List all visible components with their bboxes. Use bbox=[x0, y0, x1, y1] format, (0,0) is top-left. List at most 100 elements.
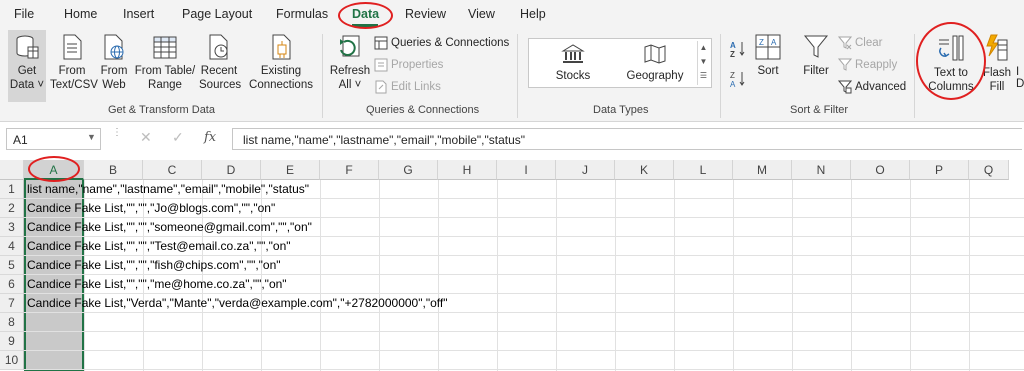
reapply-button[interactable]: Reapply bbox=[838, 58, 897, 72]
refresh-all-button[interactable]: Refresh All ˅ bbox=[328, 34, 372, 92]
cell-a6[interactable]: Candice Fake List,"","","me@home.co.za",… bbox=[27, 275, 287, 294]
group-label-get-transform: Get & Transform Data bbox=[108, 104, 215, 116]
row-header-10[interactable]: 10 bbox=[0, 351, 24, 370]
gridline-vertical bbox=[969, 180, 970, 371]
column-header-q[interactable]: Q bbox=[969, 160, 1009, 180]
row-header-5[interactable]: 5 bbox=[0, 256, 24, 275]
stocks-button[interactable]: Stocks bbox=[553, 43, 593, 83]
column-header-g[interactable]: G bbox=[379, 160, 438, 180]
edit-links-button[interactable]: Edit Links bbox=[374, 80, 441, 94]
tab-page-layout[interactable]: Page Layout bbox=[182, 7, 252, 21]
column-header-h[interactable]: H bbox=[438, 160, 497, 180]
row-header-2[interactable]: 2 bbox=[0, 199, 24, 218]
sort-button[interactable]: ZA Sort bbox=[752, 34, 784, 78]
properties-label: Properties bbox=[391, 59, 444, 71]
confirm-icon[interactable]: ✓ bbox=[172, 129, 184, 146]
flash-fill-button[interactable]: Flash Fill bbox=[982, 34, 1012, 94]
sort-descending-button[interactable]: ZA bbox=[730, 70, 746, 88]
properties-icon bbox=[374, 58, 388, 72]
chevron-down-icon[interactable]: ▼ bbox=[87, 132, 96, 142]
column-header-i[interactable]: I bbox=[497, 160, 556, 180]
column-header-n[interactable]: N bbox=[792, 160, 851, 180]
get-data-button[interactable]: Get Data ˅ bbox=[8, 30, 46, 102]
tab-home[interactable]: Home bbox=[64, 7, 97, 21]
text-file-icon bbox=[63, 34, 82, 60]
menu-bar: File Home Insert Page Layout Formulas Da… bbox=[0, 0, 1024, 30]
annotation-circle-data-tab bbox=[338, 2, 393, 29]
gallery-scroll-controls[interactable]: ▲ ▼ ☰ bbox=[697, 41, 709, 85]
from-web-button[interactable]: From Web bbox=[97, 34, 131, 92]
recent-sources-button[interactable]: Recent Sources bbox=[199, 34, 241, 92]
row-header-3[interactable]: 3 bbox=[0, 218, 24, 237]
gridline-vertical bbox=[674, 180, 675, 371]
tab-view[interactable]: View bbox=[468, 7, 495, 21]
advanced-label: Advanced bbox=[855, 81, 907, 93]
column-header-f[interactable]: F bbox=[320, 160, 379, 180]
row-header-1[interactable]: 1 bbox=[0, 180, 24, 199]
cell-a4[interactable]: Candice Fake List,"","","Test@email.co.z… bbox=[27, 237, 291, 256]
from-table-range-label: From Table/ Range bbox=[134, 65, 196, 91]
cell-a1[interactable]: list name,"name","lastname","email","mob… bbox=[27, 180, 309, 199]
annotation-circle-text-to-columns bbox=[916, 22, 986, 100]
gridline-vertical bbox=[851, 180, 852, 371]
existing-connections-button[interactable]: Existing Connections bbox=[248, 34, 314, 92]
column-header-e[interactable]: E bbox=[261, 160, 320, 180]
filter-button[interactable]: Filter bbox=[798, 34, 834, 78]
name-box[interactable]: A1 ▼ bbox=[6, 128, 101, 150]
from-table-range-button[interactable]: From Table/ Range bbox=[133, 34, 197, 92]
sort-ascending-button[interactable]: AZ bbox=[730, 40, 746, 58]
table-icon bbox=[153, 36, 177, 59]
data-types-gallery: Stocks Geography ▲ ▼ ☰ bbox=[528, 38, 712, 88]
column-header-d[interactable]: D bbox=[202, 160, 261, 180]
advanced-filter-icon bbox=[838, 80, 852, 94]
from-text-csv-button[interactable]: From Text/CSV bbox=[50, 34, 98, 92]
stocks-label: Stocks bbox=[555, 70, 591, 82]
gridline-vertical bbox=[438, 180, 439, 371]
tab-review[interactable]: Review bbox=[405, 7, 446, 21]
row-header-9[interactable]: 9 bbox=[0, 332, 24, 351]
tab-formulas[interactable]: Formulas bbox=[276, 7, 328, 21]
cell-a7[interactable]: Candice Fake List,"Verda","Mante","verda… bbox=[27, 294, 447, 313]
column-header-k[interactable]: K bbox=[615, 160, 674, 180]
gridline-vertical bbox=[615, 180, 616, 371]
formula-input[interactable]: list name,"name","lastname","email","mob… bbox=[232, 128, 1022, 150]
cell-a2[interactable]: Candice Fake List,"","","Jo@blogs.com","… bbox=[27, 199, 275, 218]
column-header-p[interactable]: P bbox=[910, 160, 969, 180]
group-separator bbox=[322, 34, 323, 118]
advanced-filter-button[interactable]: Advanced bbox=[838, 80, 906, 94]
column-header-l[interactable]: L bbox=[674, 160, 733, 180]
cell-a3[interactable]: Candice Fake List,"","","someone@gmail.c… bbox=[27, 218, 312, 237]
from-web-label: From Web bbox=[100, 65, 128, 91]
select-all-corner[interactable] bbox=[0, 160, 24, 180]
row-header-4[interactable]: 4 bbox=[0, 237, 24, 256]
tab-file[interactable]: File bbox=[14, 7, 34, 21]
column-header-m[interactable]: M bbox=[733, 160, 792, 180]
name-box-value: A1 bbox=[13, 133, 28, 147]
tab-insert[interactable]: Insert bbox=[123, 7, 154, 21]
database-icon bbox=[16, 35, 39, 59]
clear-filter-button[interactable]: Clear bbox=[838, 36, 882, 50]
row-header-7[interactable]: 7 bbox=[0, 294, 24, 313]
column-header-c[interactable]: C bbox=[143, 160, 202, 180]
insert-function-icon[interactable]: fx bbox=[204, 130, 216, 145]
connections-icon bbox=[272, 34, 291, 60]
sort-za-icon: ZA bbox=[730, 71, 745, 88]
cancel-icon[interactable]: ✕ bbox=[140, 129, 152, 146]
column-header-o[interactable]: O bbox=[851, 160, 910, 180]
properties-button[interactable]: Properties bbox=[374, 58, 443, 72]
formula-bar: A1 ▼ ⋮ ✕ ✓ fx list name,"name","lastname… bbox=[0, 122, 1024, 156]
spreadsheet-grid: ABCDEFGHIJKLMNOPQ 1 2 3 4 5 6 7 8 9 10 list name,… bbox=[0, 160, 1024, 371]
tab-help[interactable]: Help bbox=[520, 7, 546, 21]
row-header-6[interactable]: 6 bbox=[0, 275, 24, 294]
column-header-b[interactable]: B bbox=[84, 160, 143, 180]
column-header-j[interactable]: J bbox=[556, 160, 615, 180]
queries-connections-button[interactable]: Queries & Connections bbox=[374, 36, 509, 50]
svg-text:A: A bbox=[771, 38, 777, 47]
sort-dialog-icon: ZA bbox=[755, 34, 781, 60]
next-ribbon-button-partial[interactable]: ID bbox=[1016, 66, 1024, 102]
row-header-8[interactable]: 8 bbox=[0, 313, 24, 332]
get-data-label: Get Data ˅ bbox=[9, 65, 45, 91]
drag-handle-icon[interactable]: ⋮ bbox=[112, 128, 122, 148]
geography-button[interactable]: Geography bbox=[625, 43, 685, 83]
cell-a5[interactable]: Candice Fake List,"","","fish@chips.com"… bbox=[27, 256, 281, 275]
